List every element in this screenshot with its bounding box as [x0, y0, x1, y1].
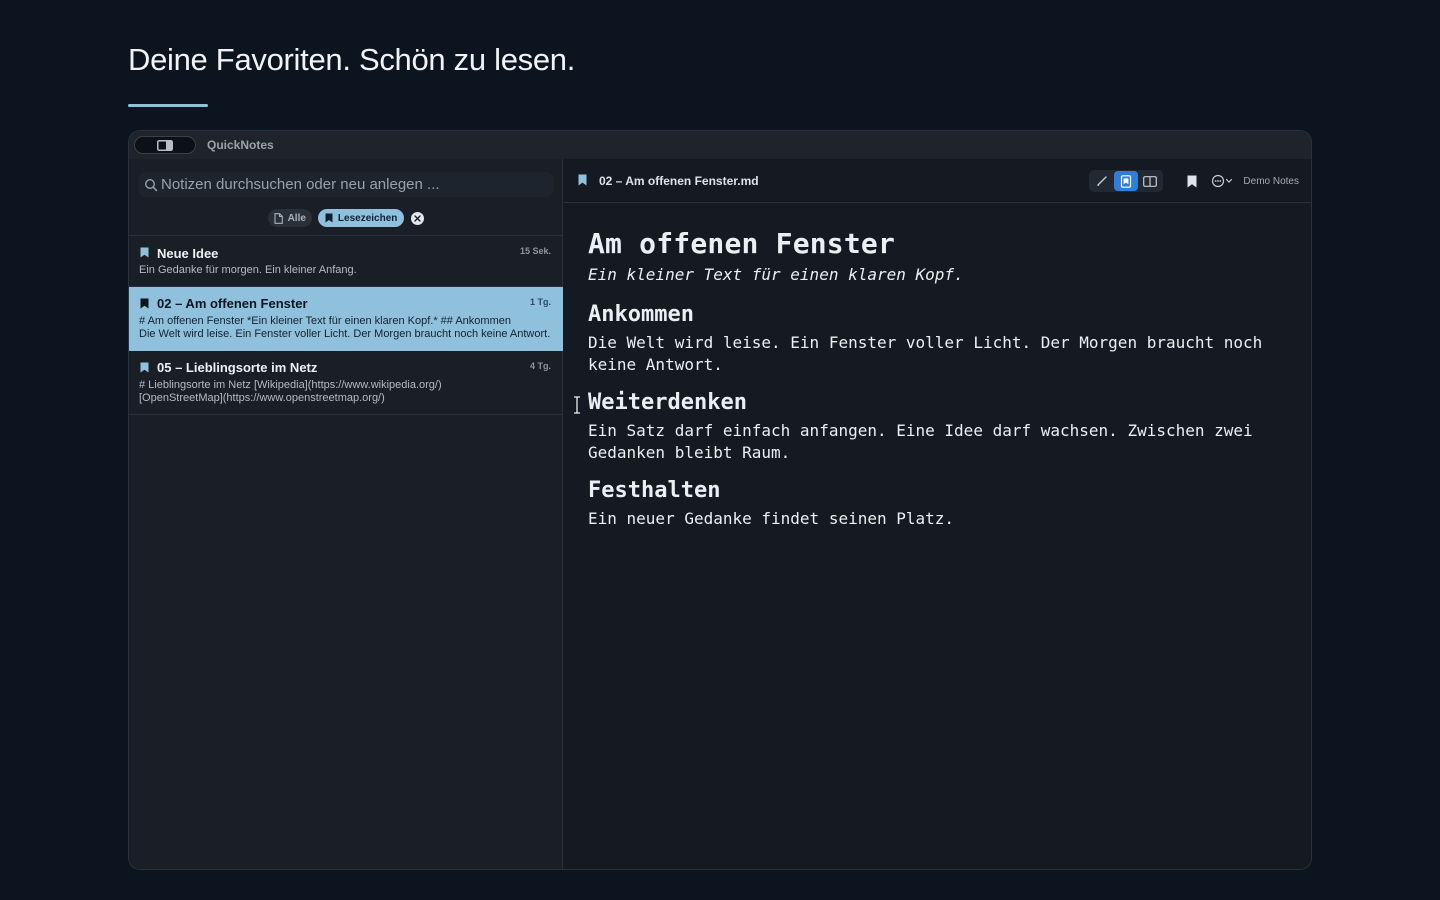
note-preview: Die Welt wird leise. Ein Fenster voller …	[139, 328, 551, 340]
list-item[interactable]: 02 – Am offenen Fenster 1 Tg. # Am offen…	[129, 286, 563, 351]
section-body: Ein neuer Gedanke findet seinen Platz.	[588, 509, 955, 528]
view-mode-switch	[1089, 170, 1164, 192]
preview-icon	[1121, 174, 1132, 188]
editor-actions: Demo Notes	[1089, 169, 1299, 193]
app-name: QuickNotes	[207, 138, 274, 152]
search-bar[interactable]	[139, 172, 553, 197]
sidebar-icon	[157, 139, 173, 151]
note-timestamp: 4 Tg.	[529, 360, 551, 371]
close-icon	[414, 214, 422, 222]
filter-bookmarks-chip[interactable]: Lesezeichen	[317, 209, 405, 227]
editor-pane: 02 – Am offenen Fenster.md Demo Notes Am…	[564, 159, 1311, 869]
split-view-icon	[1143, 175, 1158, 187]
note-timestamp: 1 Tg.	[529, 296, 551, 307]
document-title: Am offenen Fenster	[588, 227, 896, 260]
bookmark-icon	[140, 298, 152, 310]
text-cursor-icon	[574, 396, 580, 414]
hero-divider	[128, 104, 208, 107]
note-timestamp: 15 Sek.	[519, 246, 551, 256]
list-item[interactable]: Neue Idee 15 Sek. Ein Gedanke für morgen…	[129, 236, 563, 287]
note-list: Neue Idee 15 Sek. Ein Gedanke für morgen…	[129, 235, 563, 415]
sidebar-toggle-button[interactable]	[134, 136, 196, 154]
filter-all-label: Alle	[287, 212, 306, 224]
section-heading: Festhalten	[588, 478, 721, 503]
note-title: 02 – Am offenen Fenster	[157, 296, 308, 311]
vault-name: Demo Notes	[1243, 175, 1299, 187]
note-title: 05 – Lieblingsorte im Netz	[157, 360, 318, 375]
bookmark-icon	[140, 247, 152, 259]
sidebar: Alle Lesezeichen	[129, 159, 563, 869]
editor-filename: 02 – Am offenen Fenster.md	[578, 174, 759, 188]
more-menu-button[interactable]	[1211, 173, 1233, 189]
bookmark-toggle-button[interactable]	[1185, 173, 1199, 189]
pencil-icon	[1097, 176, 1108, 187]
section-body: Die Welt wird leise. Ein Fenster voller …	[588, 333, 1263, 374]
search-input[interactable]	[161, 176, 541, 193]
more-icon	[1212, 174, 1233, 188]
section-body: Ein Satz darf einfach anfangen. Eine Ide…	[588, 421, 1253, 462]
bookmark-icon	[578, 174, 590, 187]
section-heading: Weiterdenken	[588, 390, 747, 415]
preview-mode-button[interactable]	[1114, 171, 1139, 191]
bookmark-icon	[140, 362, 152, 374]
section-heading: Ankommen	[588, 302, 694, 327]
list-item[interactable]: 05 – Lieblingsorte im Netz 4 Tg. # Liebl…	[129, 351, 563, 415]
note-preview: [OpenStreetMap](https://www.openstreetma…	[139, 392, 385, 404]
editor-toolbar: 02 – Am offenen Fenster.md Demo Notes	[564, 159, 1311, 203]
filter-bar: Alle Lesezeichen	[129, 208, 563, 228]
search-icon	[144, 178, 158, 192]
clear-filter-button[interactable]	[411, 211, 425, 225]
note-title: Neue Idee	[157, 245, 219, 261]
note-preview: # Lieblingsorte im Netz [Wikipedia](http…	[139, 378, 442, 391]
bookmark-icon	[325, 213, 333, 223]
hero-title: Deine Favoriten. Schön zu lesen.	[128, 42, 576, 77]
split-mode-button[interactable]	[1138, 171, 1162, 191]
note-preview: Ein Gedanke für morgen. Ein kleiner Anfa…	[139, 264, 357, 276]
filter-all-chip[interactable]: Alle	[267, 209, 312, 227]
filter-bookmarks-label: Lesezeichen	[337, 212, 398, 224]
editor-filename-label: 02 – Am offenen Fenster.md	[599, 173, 759, 188]
edit-mode-button[interactable]	[1090, 171, 1114, 191]
document-icon	[274, 212, 283, 224]
note-preview: # Am offenen Fenster *Ein kleiner Text f…	[139, 314, 511, 327]
app-window: QuickNotes Alle	[128, 130, 1312, 870]
bookmark-icon	[1187, 175, 1197, 187]
title-bar: QuickNotes	[129, 131, 1311, 159]
document-preview: Am offenen Fenster Ein kleiner Text für …	[588, 227, 1268, 530]
document-subtitle: Ein kleiner Text für einen klaren Kopf.	[588, 265, 964, 284]
